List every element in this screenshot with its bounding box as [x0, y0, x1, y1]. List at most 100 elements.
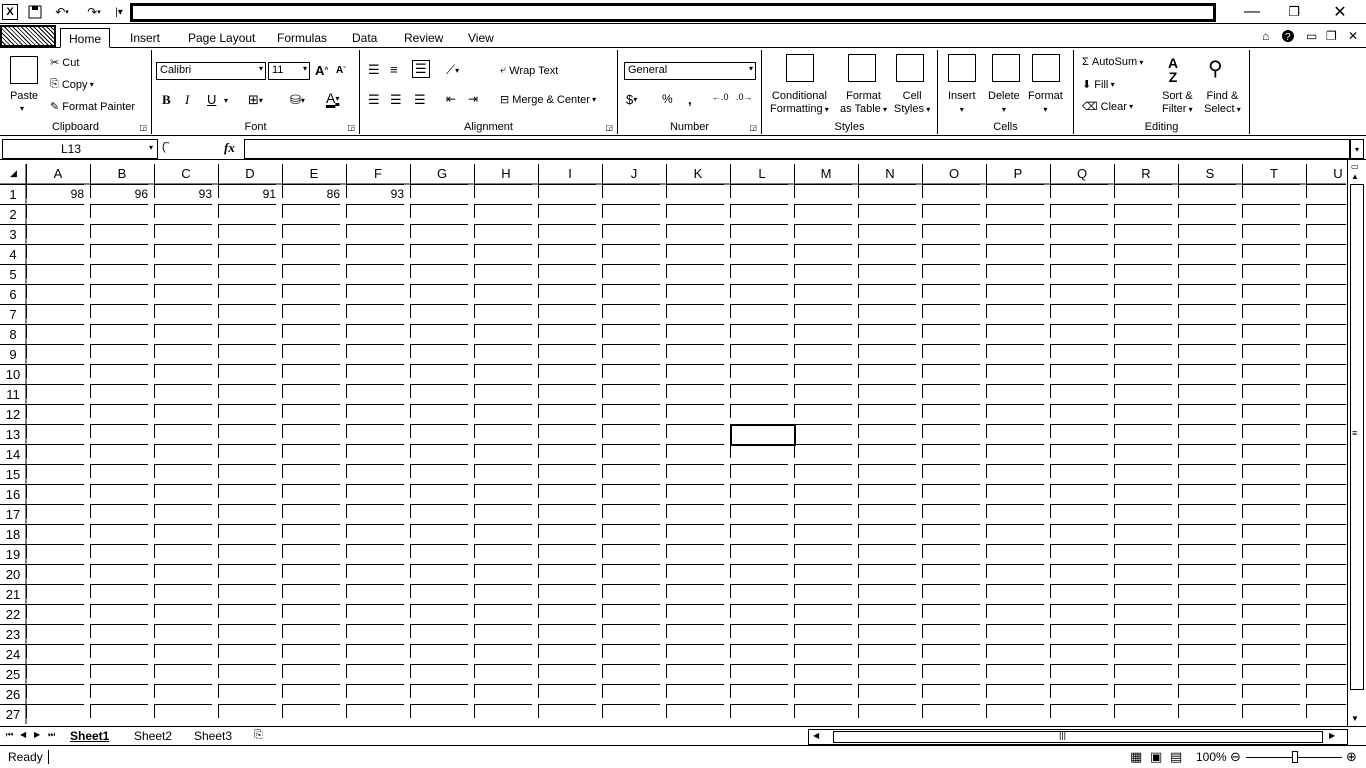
column-header-o[interactable]: O: [922, 166, 986, 184]
redo-icon[interactable]: ↷ ▾: [80, 3, 108, 21]
wrap-text-button[interactable]: ⤶ Wrap Text: [500, 64, 558, 77]
row-header-14[interactable]: 14: [0, 447, 26, 462]
column-header-f[interactable]: F: [346, 166, 410, 184]
find-select-button[interactable]: Find & Select ▾: [1204, 90, 1241, 116]
cell-a1[interactable]: 98: [26, 187, 90, 201]
restore-button[interactable]: ❐: [1276, 2, 1312, 22]
comma-button[interactable]: ,: [688, 92, 692, 107]
decrease-font-icon[interactable]: Aˇ: [336, 65, 346, 76]
row-header-8[interactable]: 8: [0, 327, 26, 342]
column-header-s[interactable]: S: [1178, 166, 1242, 184]
row-header-5[interactable]: 5: [0, 267, 26, 282]
zoom-out-icon[interactable]: ⊖: [1230, 749, 1241, 765]
row-header-17[interactable]: 17: [0, 507, 26, 522]
customize-qat-icon[interactable]: |▾: [112, 3, 126, 21]
copy-button[interactable]: ⎘ Copy ▾: [50, 78, 94, 91]
cell-b1[interactable]: 96: [90, 187, 154, 201]
row-header-25[interactable]: 25: [0, 667, 26, 682]
row-header-21[interactable]: 21: [0, 587, 26, 602]
close-button[interactable]: ✕: [1322, 2, 1358, 22]
row-header-1[interactable]: 1: [0, 187, 26, 202]
insert-cells-button[interactable]: Insert ▾: [948, 90, 976, 116]
clear-button[interactable]: ⌫ Clear ▾: [1082, 100, 1133, 114]
last-sheet-icon[interactable]: ⏭: [48, 730, 55, 740]
conditional-formatting-button[interactable]: Conditional Formatting ▾: [770, 90, 829, 116]
column-header-j[interactable]: J: [602, 166, 666, 184]
column-header-b[interactable]: B: [90, 166, 154, 184]
sheet-tab-1[interactable]: Sheet1: [66, 728, 113, 745]
cell-e1[interactable]: 86: [282, 187, 346, 201]
row-header-10[interactable]: 10: [0, 367, 26, 382]
row-header-11[interactable]: 11: [0, 387, 26, 402]
column-header-a[interactable]: A: [26, 166, 90, 184]
scroll-left-icon[interactable]: ◀: [813, 731, 819, 740]
select-all-icon[interactable]: ◢: [10, 168, 17, 179]
row-header-13[interactable]: 13: [0, 427, 26, 442]
expand-formula-bar-icon[interactable]: ▾: [1350, 139, 1364, 159]
column-header-r[interactable]: R: [1114, 166, 1178, 184]
formula-input[interactable]: [244, 139, 1350, 159]
column-header-t[interactable]: T: [1242, 166, 1306, 184]
scroll-right-icon[interactable]: ▶: [1329, 731, 1335, 740]
underline-button[interactable]: U: [207, 92, 216, 107]
row-header-26[interactable]: 26: [0, 687, 26, 702]
increase-decimal-icon[interactable]: ←.0: [712, 92, 729, 102]
excel-app-icon[interactable]: X: [2, 4, 18, 20]
row-header-20[interactable]: 20: [0, 567, 26, 582]
column-header-n[interactable]: N: [858, 166, 922, 184]
workbook-minimize-icon[interactable]: ▭: [1306, 29, 1317, 43]
merge-center-button[interactable]: ⊟ Merge & Center ▾: [500, 93, 596, 107]
split-box-icon[interactable]: ▭: [1351, 162, 1359, 171]
minimize-ribbon-icon[interactable]: ⌂: [1262, 29, 1269, 43]
column-header-k[interactable]: K: [666, 166, 730, 184]
clipboard-launcher-icon[interactable]: ◲: [139, 123, 147, 132]
italic-button[interactable]: I: [185, 92, 189, 108]
row-header-12[interactable]: 12: [0, 407, 26, 422]
cell-styles-button[interactable]: Cell Styles ▾: [894, 90, 930, 116]
cut-button[interactable]: ✂ Cut: [50, 56, 79, 70]
cell-f1[interactable]: 93: [346, 187, 410, 201]
increase-indent-icon[interactable]: ⇥: [468, 92, 478, 106]
format-as-table-button[interactable]: Format as Table ▾: [840, 90, 887, 116]
tab-insert[interactable]: Insert: [122, 28, 168, 48]
row-header-22[interactable]: 22: [0, 607, 26, 622]
workbook-restore-icon[interactable]: ❐: [1326, 29, 1337, 43]
tab-formulas[interactable]: Formulas: [269, 28, 335, 48]
row-header-24[interactable]: 24: [0, 647, 26, 662]
tab-home[interactable]: Home: [60, 28, 111, 48]
column-header-u[interactable]: U: [1306, 166, 1346, 184]
help-icon[interactable]: ?: [1281, 29, 1295, 46]
decrease-indent-icon[interactable]: ⇤: [446, 92, 456, 106]
row-header-15[interactable]: 15: [0, 467, 26, 482]
paste-icon[interactable]: [10, 56, 38, 84]
paste-dropdown-icon[interactable]: ▾: [20, 104, 24, 113]
borders-icon[interactable]: ⊞ ▾: [248, 92, 263, 108]
row-header-6[interactable]: 6: [0, 287, 26, 302]
column-header-g[interactable]: G: [410, 166, 474, 184]
undo-icon[interactable]: ↶ ▾: [50, 3, 74, 21]
row-header-7[interactable]: 7: [0, 307, 26, 322]
zoom-level[interactable]: 100%: [1196, 750, 1227, 764]
row-header-4[interactable]: 4: [0, 247, 26, 262]
format-cells-button[interactable]: Format ▾: [1028, 90, 1063, 116]
percent-button[interactable]: %: [662, 92, 673, 106]
cell-c1[interactable]: 93: [154, 187, 218, 201]
font-size-select[interactable]: 11 ▾: [268, 62, 310, 80]
column-header-l[interactable]: L: [730, 166, 794, 184]
scroll-down-icon[interactable]: ▼: [1351, 714, 1359, 723]
sort-filter-button[interactable]: Sort & Filter ▾: [1162, 90, 1193, 116]
prev-sheet-icon[interactable]: ◀: [20, 730, 26, 739]
scroll-up-icon[interactable]: ▲: [1351, 172, 1359, 181]
insert-function-button[interactable]: fx: [224, 140, 235, 156]
row-header-19[interactable]: 19: [0, 547, 26, 562]
horizontal-scrollbar[interactable]: ◀ ||| ▶: [808, 729, 1348, 745]
column-header-p[interactable]: P: [986, 166, 1050, 184]
page-layout-view-icon[interactable]: ▣: [1150, 749, 1162, 765]
row-header-9[interactable]: 9: [0, 347, 26, 362]
underline-dropdown-icon[interactable]: ▾: [224, 96, 228, 105]
align-bottom-icon[interactable]: ☰: [412, 60, 430, 78]
orientation-icon[interactable]: ⟋ ▾: [446, 62, 459, 78]
paste-button[interactable]: Paste: [10, 90, 38, 102]
first-sheet-icon[interactable]: ⏮: [6, 730, 13, 740]
tab-view[interactable]: View: [460, 28, 502, 48]
